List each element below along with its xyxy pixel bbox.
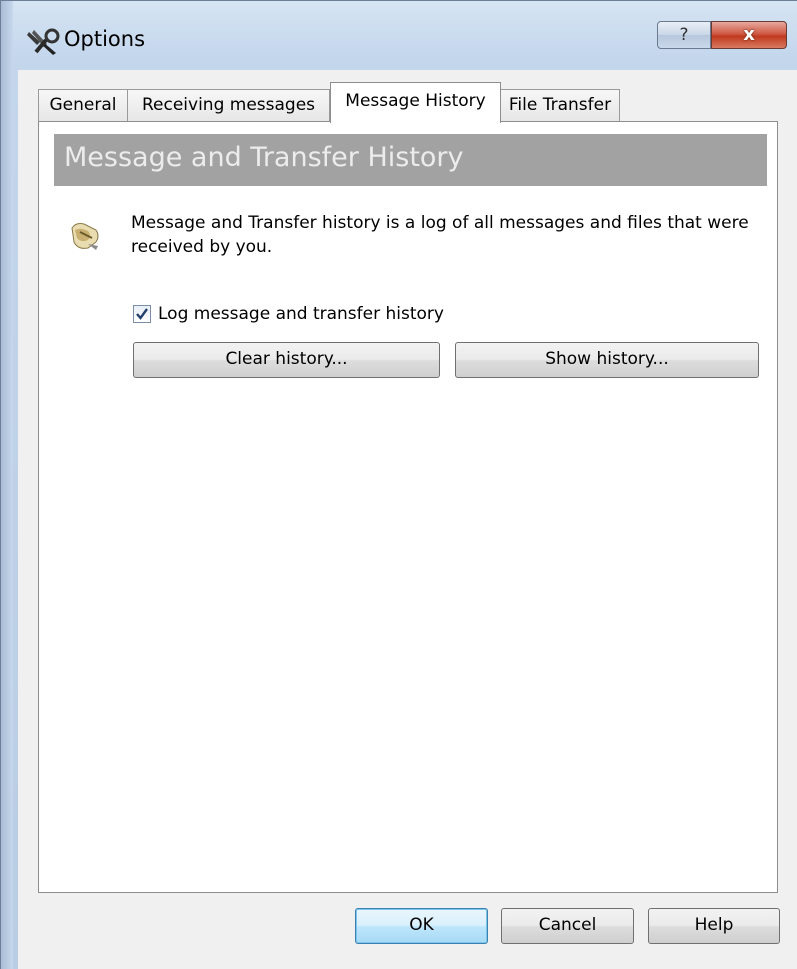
log-history-checkbox[interactable] [133, 305, 151, 323]
log-history-label[interactable]: Log message and transfer history [158, 304, 444, 324]
tab-file-transfer[interactable]: File Transfer [500, 89, 620, 122]
description-text: Message and Transfer history is a log of… [131, 213, 749, 257]
ok-button[interactable]: OK [355, 908, 488, 944]
show-history-button[interactable]: Show history... [455, 342, 759, 378]
window-title: Options [64, 27, 146, 51]
tab-receiving-messages[interactable]: Receiving messages [127, 89, 330, 122]
tools-icon [26, 28, 62, 56]
help-caption-button[interactable]: ? [657, 21, 711, 49]
history-icon [66, 218, 102, 252]
tab-general[interactable]: General [38, 89, 128, 122]
cancel-button[interactable]: Cancel [501, 908, 634, 944]
section-banner: Message and Transfer History [54, 134, 767, 186]
checkmark-icon [136, 308, 148, 320]
clear-history-button[interactable]: Clear history... [133, 342, 440, 378]
help-button[interactable]: Help [648, 908, 780, 944]
banner-title: Message and Transfer History [64, 142, 464, 173]
close-button[interactable]: x [711, 21, 787, 49]
title-bar[interactable]: Options ? x [0, 0, 797, 80]
tab-message-history[interactable]: Message History [330, 82, 501, 123]
